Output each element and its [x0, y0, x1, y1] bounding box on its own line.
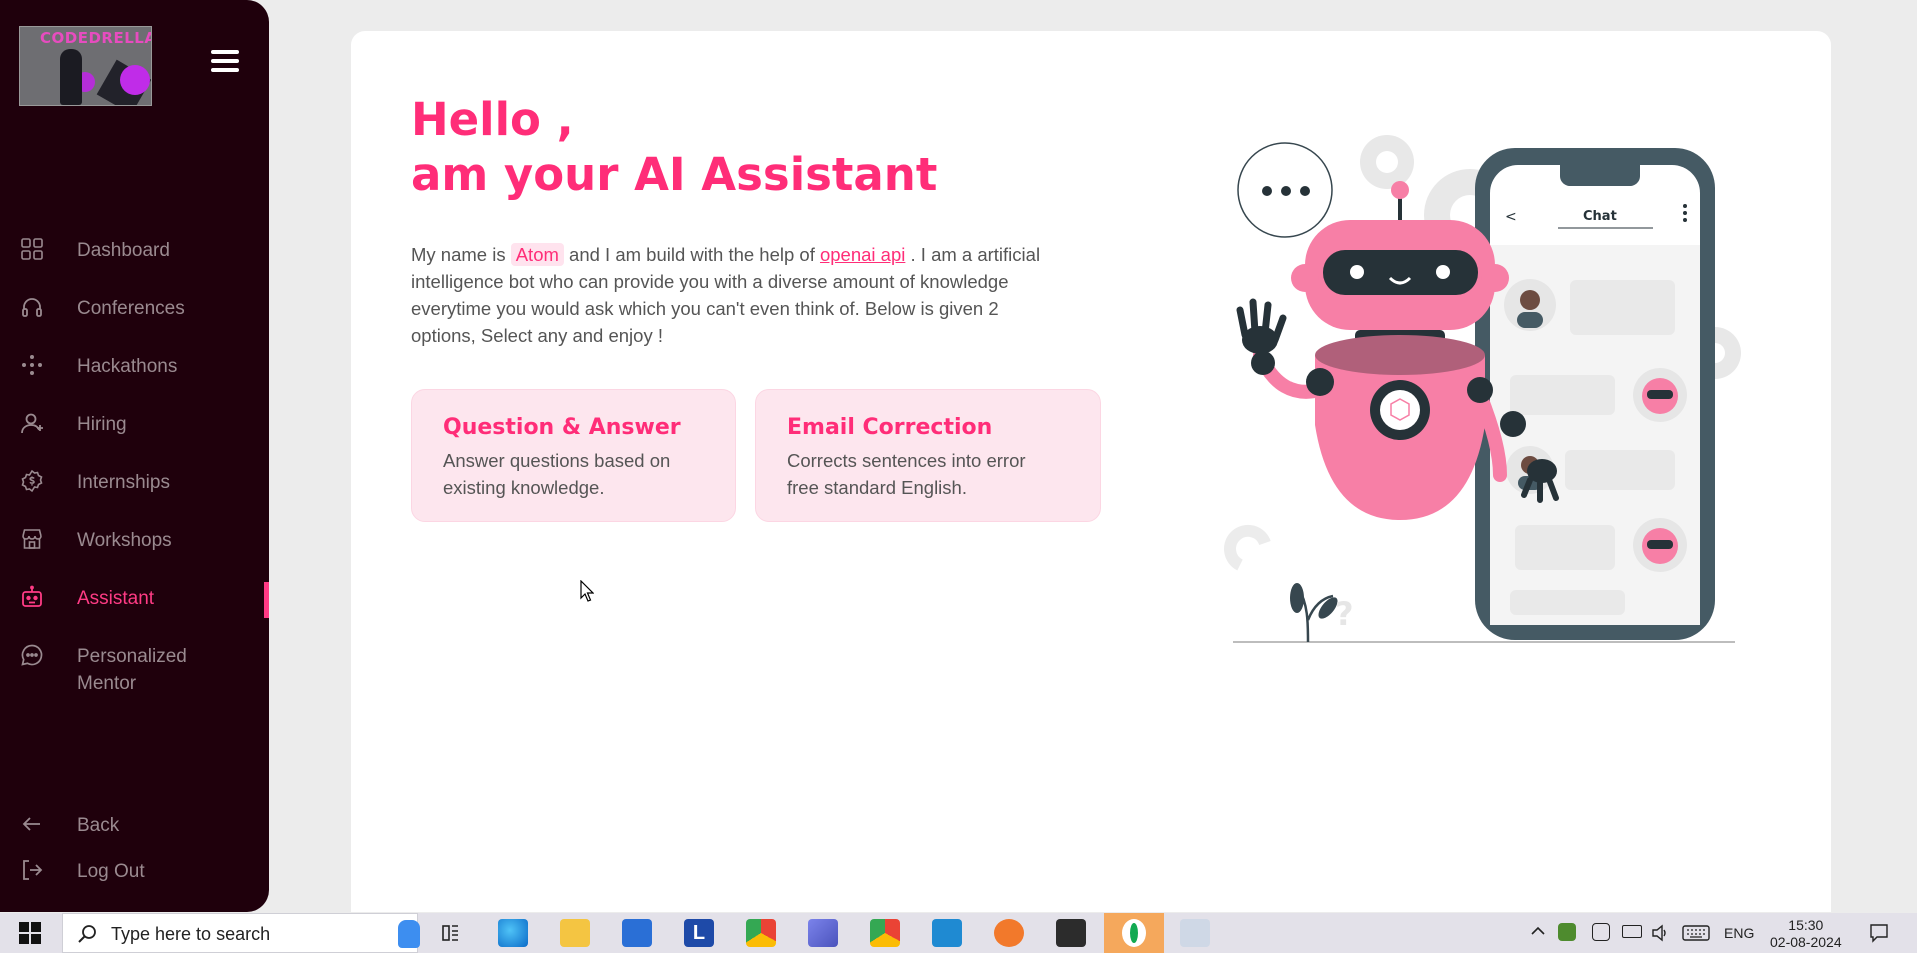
logout-icon: [23, 860, 43, 880]
headphones-icon: [22, 298, 42, 317]
tray-app-icon[interactable]: [1558, 923, 1576, 941]
sidebar-item-internships[interactable]: Internships: [0, 460, 269, 500]
badge-dollar-icon: [21, 469, 43, 493]
system-clock[interactable]: 15:30 02-08-2024: [1770, 917, 1842, 951]
edge-browser-icon[interactable]: [498, 919, 528, 947]
sidebar-item-label: Assistant: [77, 588, 155, 609]
logo-text: CODEDRELLA: [40, 29, 152, 47]
sidebar-item-personalized-mentor[interactable]: Personalized Mentor: [0, 634, 269, 694]
sidebar-item-hackathons[interactable]: Hackathons: [0, 344, 269, 384]
sidebar-item-label: Dashboard: [77, 240, 170, 261]
option-title: Question & Answer: [443, 415, 681, 440]
chat-back-glyph: <: [1505, 209, 1517, 225]
battery-icon[interactable]: [1622, 925, 1642, 938]
svg-text:?: ?: [1335, 595, 1354, 633]
search-placeholder: Type here to search: [111, 924, 271, 944]
show-hidden-icons-chevron-icon[interactable]: [1530, 923, 1546, 953]
file-explorer-icon[interactable]: [560, 919, 590, 947]
sidebar-item-label: Conferences: [77, 298, 185, 319]
assistant-description: My name is Atom and I am build with the …: [411, 243, 1041, 346]
chat-bubble-icon: [21, 644, 43, 666]
email-correction-option[interactable]: Email Correction Corrects sentences into…: [755, 389, 1101, 522]
microsoft-store-icon[interactable]: [622, 919, 652, 947]
chrome-icon[interactable]: [746, 919, 776, 947]
volume-icon[interactable]: [1650, 923, 1670, 953]
search-highlight-icon: [398, 920, 420, 948]
option-subtitle: Corrects sentences into error free stand…: [787, 450, 1026, 498]
sidebar-item-label: Personalized Mentor: [77, 646, 187, 694]
grid-icon: [21, 238, 43, 260]
windows-start-icon[interactable]: [0, 913, 60, 953]
task-view-icon[interactable]: [436, 919, 466, 947]
taskbar-search-input[interactable]: Type here to search: [62, 913, 420, 953]
logout-button[interactable]: Log Out: [0, 849, 269, 889]
copilot-icon[interactable]: [808, 919, 838, 947]
sidebar-item-label: Internships: [77, 472, 170, 493]
option-title: Email Correction: [787, 415, 993, 440]
back-label: Back: [77, 815, 120, 836]
chrome-profile-icon[interactable]: [870, 919, 900, 947]
openai-api-link[interactable]: openai api: [820, 244, 905, 265]
store-icon: [22, 529, 42, 549]
language-indicator[interactable]: ENG: [1724, 925, 1754, 953]
vscode-icon[interactable]: [932, 919, 962, 947]
robot-phone-illustration: ? < Chat: [1224, 135, 1741, 643]
chat-header-label: Chat: [1583, 209, 1617, 224]
question-answer-option[interactable]: Question & Answer Answer questions based…: [411, 389, 736, 522]
active-indicator: [264, 582, 269, 618]
network-icon[interactable]: [1592, 923, 1610, 941]
sidebar-item-label: Hiring: [77, 414, 127, 435]
page-title: Hello , am your AI Assistant: [411, 93, 938, 201]
sidebar-item-workshops[interactable]: Workshops: [0, 518, 269, 558]
mouse-cursor-icon: [580, 580, 594, 602]
sidebar-item-label: Workshops: [77, 530, 172, 551]
sidebar: CODEDRELLA Dashboard Conferences Hackath…: [0, 0, 269, 912]
bot-name-tag: Atom: [510, 243, 564, 266]
dots-icon: [22, 355, 42, 375]
mongodb-compass-icon[interactable]: [1104, 913, 1164, 953]
back-button[interactable]: Back: [0, 803, 269, 843]
search-icon: [78, 925, 96, 943]
l-app-icon[interactable]: L: [684, 919, 714, 947]
postman-icon[interactable]: [994, 919, 1024, 947]
user-plus-icon: [21, 413, 43, 434]
sidebar-item-conferences[interactable]: Conferences: [0, 286, 269, 326]
option-subtitle: Answer questions based on existing knowl…: [443, 450, 671, 498]
keyboard-icon[interactable]: [1682, 924, 1710, 953]
sidebar-item-assistant[interactable]: Assistant: [0, 576, 269, 616]
sidebar-item-label: Hackathons: [77, 356, 178, 377]
logout-label: Log Out: [77, 861, 145, 882]
robot-icon: [22, 585, 42, 607]
app-icon[interactable]: [1180, 919, 1210, 947]
notification-icon[interactable]: [1868, 922, 1890, 953]
terminal-app-icon[interactable]: [1056, 919, 1086, 947]
app-logo[interactable]: CODEDRELLA: [19, 26, 152, 106]
menu-toggle-icon[interactable]: [211, 50, 239, 74]
sidebar-item-hiring[interactable]: Hiring: [0, 402, 269, 442]
taskbar: Type here to search L ENG 15:30 02-08-20…: [0, 913, 1917, 953]
sidebar-item-dashboard[interactable]: Dashboard: [0, 228, 269, 268]
arrow-left-icon: [22, 817, 40, 831]
